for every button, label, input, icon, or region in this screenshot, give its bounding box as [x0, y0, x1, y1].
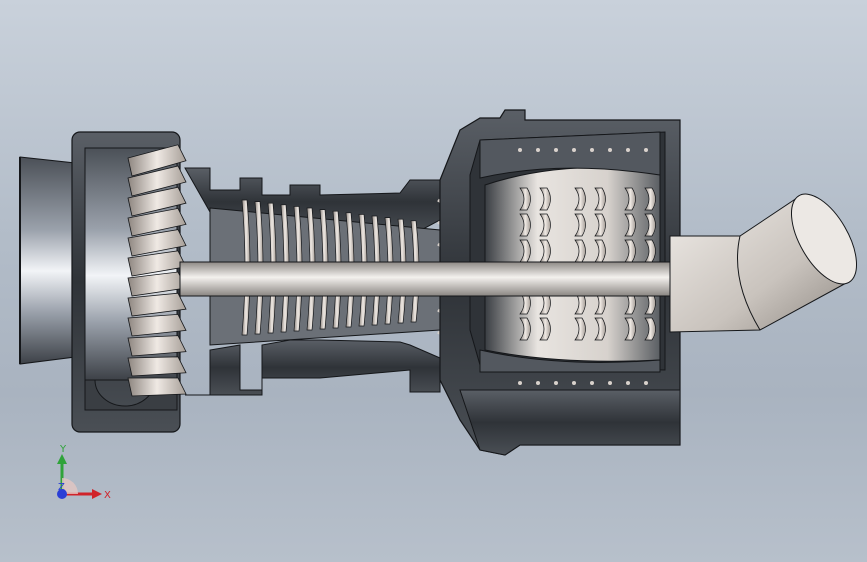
- y-axis-arrow-icon: [57, 454, 67, 464]
- fan-blade: [127, 377, 187, 397]
- cooling-hole: [536, 148, 540, 152]
- cooling-hole: [572, 148, 576, 152]
- cooling-hole: [536, 381, 540, 385]
- cooling-hole: [644, 381, 648, 385]
- y-axis-label: Y: [59, 444, 67, 455]
- intake-duct: [19, 156, 76, 365]
- x-axis-arrow-icon: [92, 489, 102, 499]
- exhaust-pipe: [669, 193, 858, 333]
- cooling-hole: [608, 148, 612, 152]
- coordinate-triad: Y X Z: [57, 444, 111, 501]
- main-shaft: [179, 261, 681, 297]
- fan-blade: [127, 356, 187, 377]
- cooling-hole: [626, 148, 630, 152]
- graphics-viewport[interactable]: Y X Z: [0, 0, 867, 562]
- cooling-hole: [590, 381, 594, 385]
- cooling-hole: [590, 148, 594, 152]
- cooling-hole: [554, 381, 558, 385]
- z-axis-label: Z: [58, 482, 65, 493]
- turbine-engine-section-model[interactable]: [0, 0, 867, 562]
- cooling-hole: [626, 381, 630, 385]
- cooling-hole: [608, 381, 612, 385]
- cooling-hole: [644, 148, 648, 152]
- x-axis-label: X: [104, 490, 111, 501]
- cooling-hole: [518, 381, 522, 385]
- cooling-hole: [572, 381, 576, 385]
- cooling-hole: [554, 148, 558, 152]
- cooling-hole: [518, 148, 522, 152]
